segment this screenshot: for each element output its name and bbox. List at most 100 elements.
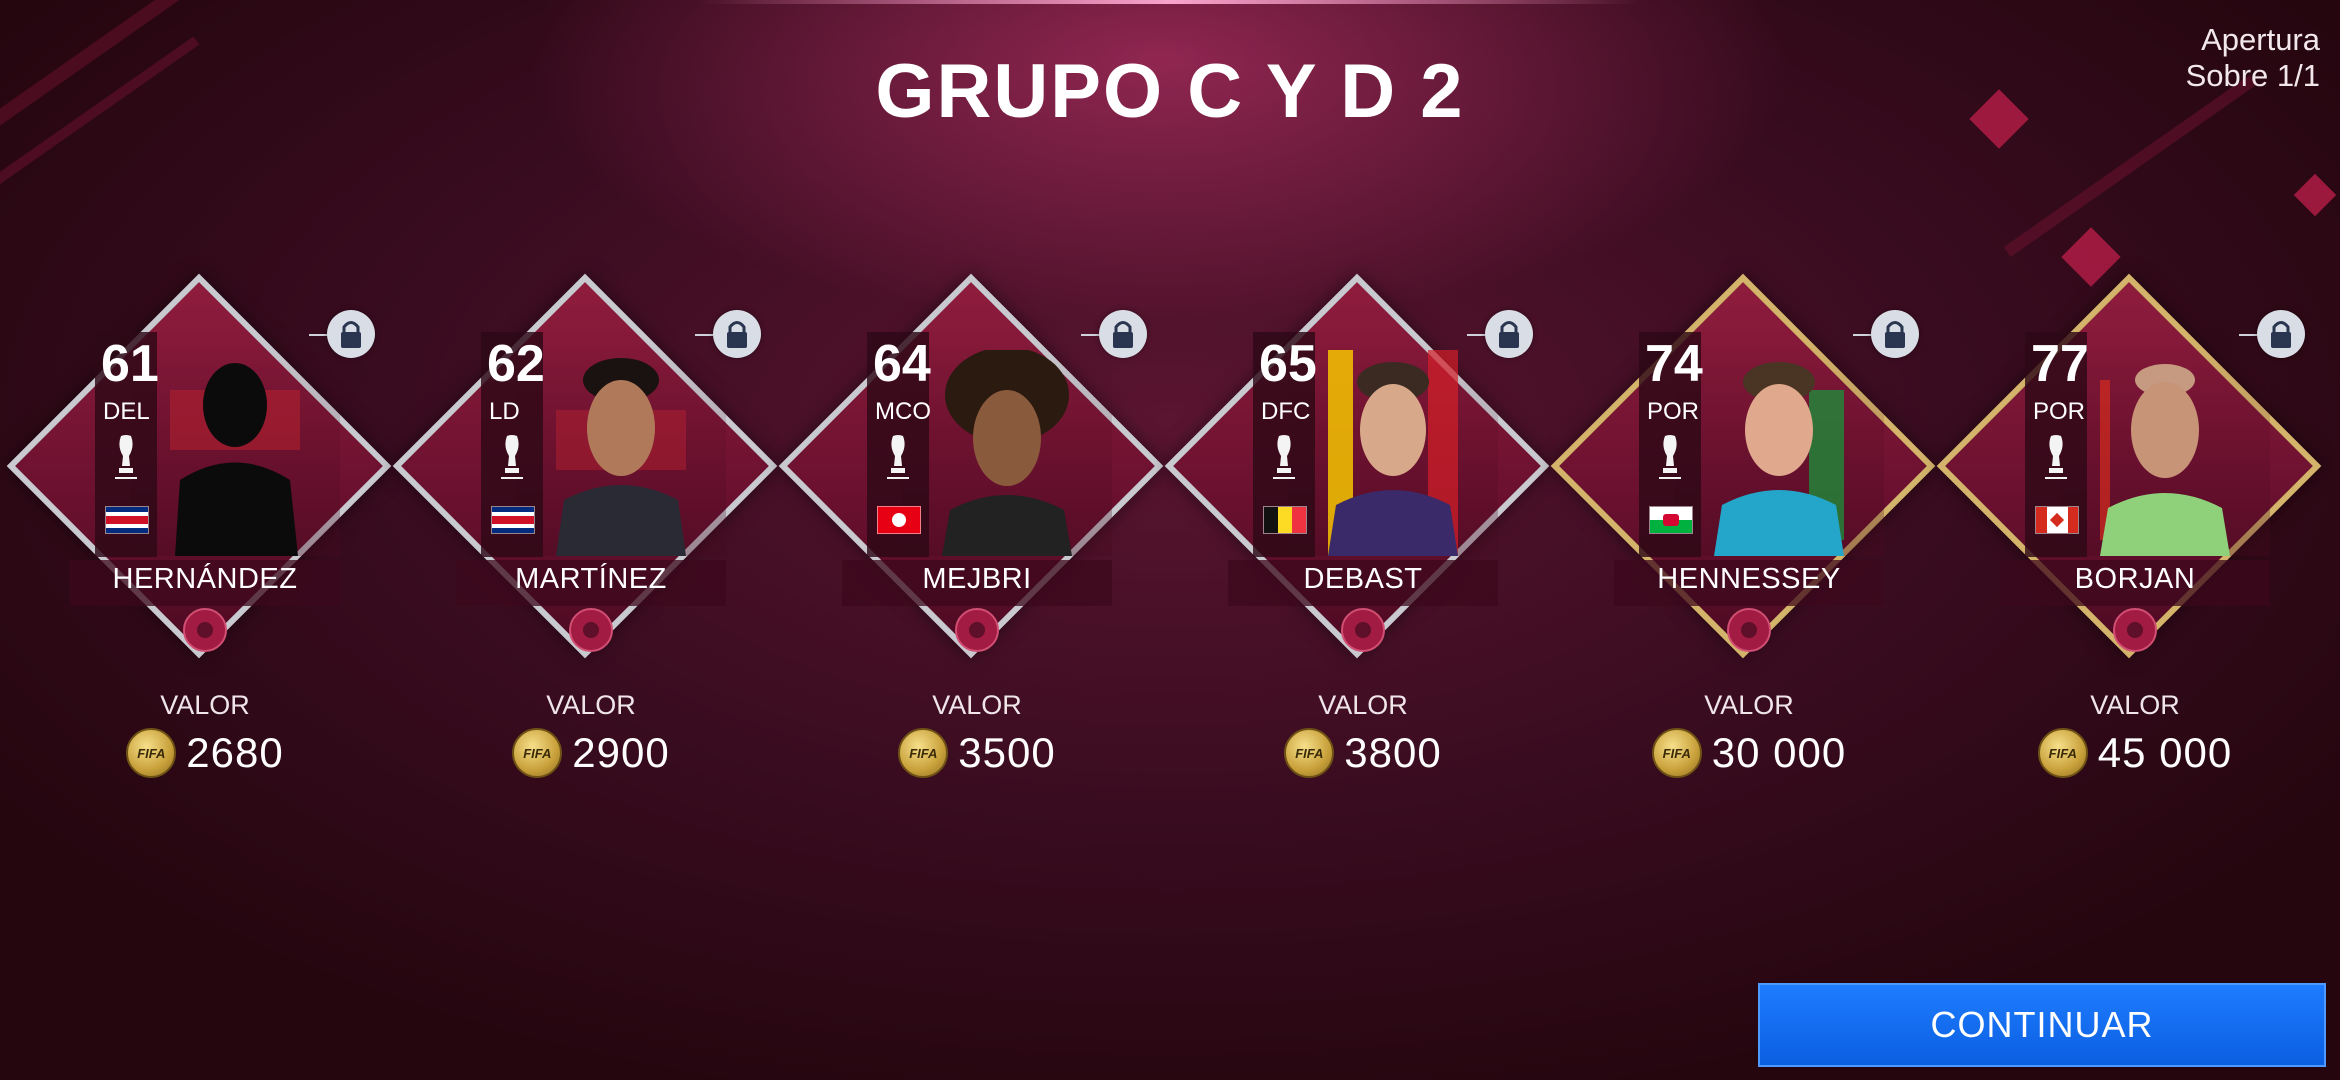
player-card[interactable]: 77 POR BORJAN VALOR FIFA 45 000 (1936, 273, 2325, 780)
player-card[interactable]: 74 POR HENNESSEY VALOR FIFA 30 000 (1550, 273, 1939, 780)
coin-text: FIFA (523, 745, 552, 761)
player-rating: 74 (1645, 335, 1703, 393)
player-photo (2100, 364, 2230, 556)
player-photo-panel (130, 336, 340, 556)
player-value: 2680 (186, 729, 284, 776)
player-photo-panel (902, 336, 1112, 556)
player-name: BORJAN (2074, 563, 2196, 595)
football-icon (955, 608, 999, 652)
football-icon (1727, 608, 1771, 652)
player-rating: 65 (1259, 335, 1317, 393)
player-rating: 77 (2031, 335, 2089, 393)
football-icon (569, 608, 613, 652)
player-value: 30 000 (1711, 729, 1847, 776)
world-cup-trophy-icon (887, 435, 909, 479)
flag-tunisia-icon (877, 506, 921, 534)
world-cup-trophy-icon (1273, 435, 1295, 479)
player-rating: 64 (873, 335, 931, 393)
player-photo-panel (516, 336, 726, 556)
player-card[interactable]: 61 DEL HERNÁNDEZ VALOR FIFA 2680 (6, 273, 395, 780)
player-rating: 61 (101, 335, 159, 393)
player-name: DEBAST (1303, 563, 1423, 595)
value-label: VALOR (546, 690, 636, 720)
lock-icon[interactable] (1871, 310, 1919, 358)
lock-connector (309, 334, 327, 336)
value-row: FIFA 2900 (401, 728, 781, 778)
lock-connector (1853, 334, 1871, 336)
coin-icon: FIFA (1651, 728, 1702, 778)
player-photo (1714, 362, 1844, 556)
coin-icon: FIFA (126, 728, 177, 778)
value-row: FIFA 3500 (787, 728, 1167, 778)
coin-text: FIFA (2048, 745, 2077, 761)
football-icon (1341, 608, 1385, 652)
player-value: 3500 (958, 729, 1056, 776)
value-label: VALOR (1318, 690, 1408, 720)
page-title: GRUPO C Y D 2 (875, 49, 1465, 134)
lock-connector (1081, 334, 1099, 336)
player-photo (1328, 350, 1458, 556)
world-cup-trophy-icon (2045, 435, 2067, 479)
coin-text: FIFA (1662, 745, 1691, 761)
pack-counter: Sobre 1/1 (2185, 58, 2320, 93)
value-row: FIFA 30 000 (1559, 728, 1939, 778)
flag-belgium-icon (1263, 506, 1307, 534)
coin-icon: FIFA (2037, 728, 2088, 778)
top-glow (700, 0, 1640, 4)
coin-icon: FIFA (898, 728, 949, 778)
pack-opening-status: Apertura Sobre 1/1 (2186, 22, 2320, 94)
value-label: VALOR (932, 690, 1022, 720)
opening-label: Apertura (2201, 22, 2320, 57)
flag-canada-icon (2035, 506, 2079, 534)
continue-button[interactable]: CONTINUAR (1758, 983, 2326, 1067)
coin-icon: FIFA (512, 728, 563, 778)
value-label: VALOR (1704, 690, 1794, 720)
player-card[interactable]: 64 MCO MEJBRI VALOR FIFA 3500 (778, 273, 1167, 780)
lock-connector (695, 334, 713, 336)
world-cup-trophy-icon (115, 435, 137, 479)
coin-text: FIFA (1295, 745, 1324, 761)
player-value: 3800 (1344, 729, 1442, 776)
player-position: LD (489, 398, 520, 425)
player-card[interactable]: 62 LD MARTÍNEZ VALOR FIFA 2900 (392, 273, 781, 780)
football-icon (2113, 608, 2157, 652)
player-value: 45 000 (2097, 729, 2233, 776)
player-rating: 62 (487, 335, 545, 393)
coin-text: FIFA (909, 745, 938, 761)
world-cup-trophy-icon (1659, 435, 1681, 479)
coin-text: FIFA (137, 745, 166, 761)
player-name: HERNÁNDEZ (112, 563, 298, 595)
lock-icon[interactable] (1485, 310, 1533, 358)
lock-icon[interactable] (713, 310, 761, 358)
flag-costa-rica-icon (491, 506, 535, 534)
player-photo (556, 358, 686, 556)
player-silhouette (170, 363, 300, 556)
player-card[interactable]: 65 DFC DEBAST VALOR FIFA 3800 (1164, 273, 1553, 780)
value-row: FIFA 3800 (1173, 728, 1553, 778)
player-position: POR (2033, 398, 2086, 425)
lock-icon[interactable] (327, 310, 375, 358)
world-cup-trophy-icon (501, 435, 523, 479)
lock-icon[interactable] (2257, 310, 2305, 358)
value-row: FIFA 45 000 (1945, 728, 2325, 778)
player-name: MEJBRI (922, 563, 1032, 595)
player-name: HENNESSEY (1657, 563, 1841, 595)
lock-icon[interactable] (1099, 310, 1147, 358)
value-label: VALOR (2090, 690, 2180, 720)
bg-diamond (2061, 227, 2121, 287)
football-icon (183, 608, 227, 652)
player-position: DEL (103, 398, 150, 425)
coin-icon: FIFA (1284, 728, 1335, 778)
value-row: FIFA 2680 (15, 728, 395, 778)
player-photo-panel (1674, 336, 1884, 556)
player-photo-panel (2060, 336, 2270, 556)
lock-connector (2239, 334, 2257, 336)
player-position: POR (1647, 398, 1700, 425)
player-photo-panel (1288, 336, 1498, 556)
bg-diamond (2293, 173, 2337, 217)
flag-costa-rica-icon (105, 506, 149, 534)
player-position: MCO (875, 398, 931, 425)
player-name: MARTÍNEZ (515, 563, 667, 595)
player-position: DFC (1261, 398, 1311, 425)
lock-connector (1467, 334, 1485, 336)
